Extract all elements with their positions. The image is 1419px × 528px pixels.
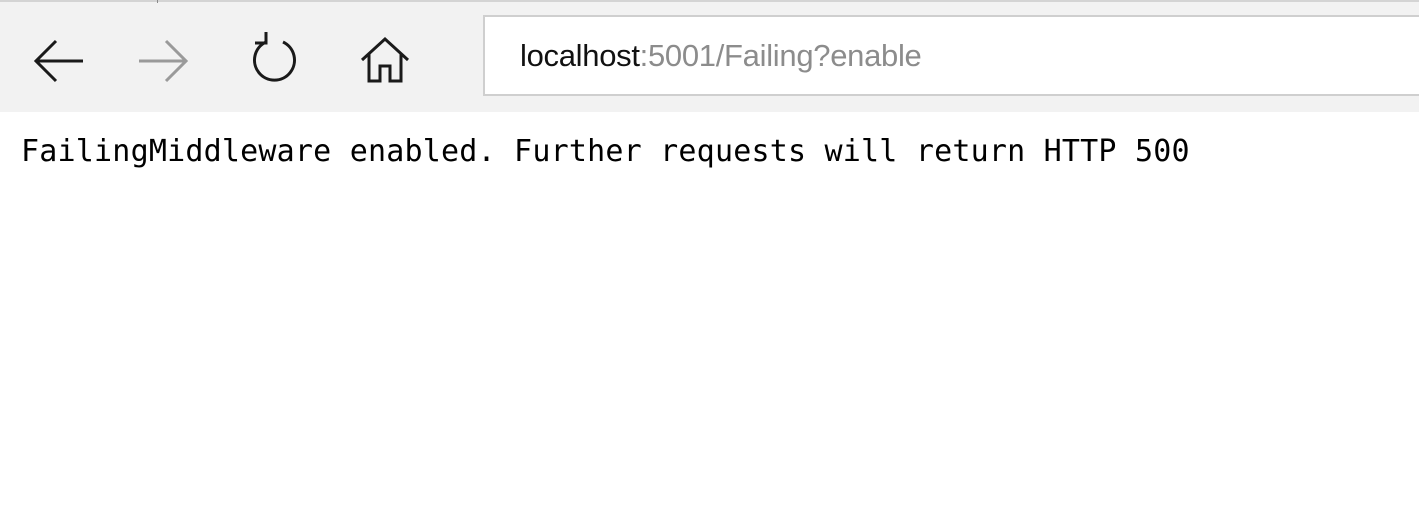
arrow-right-icon [139, 39, 189, 83]
home-icon [360, 36, 410, 83]
home-button[interactable] [352, 24, 418, 90]
url-host: localhost [520, 37, 640, 73]
arrow-left-icon [33, 39, 83, 83]
refresh-icon [253, 32, 296, 82]
url-path: :5001/Failing?enable [639, 37, 922, 73]
forward-button[interactable] [132, 24, 198, 90]
address-bar[interactable]: localhost:5001/Failing?enable [483, 15, 1419, 96]
browser-toolbar: localhost:5001/Failing?enable [0, 0, 1419, 112]
page-body-text: FailingMiddleware enabled. Further reque… [21, 134, 1190, 169]
refresh-button[interactable] [242, 24, 308, 90]
back-button[interactable] [22, 24, 88, 90]
tab-divider [157, 0, 158, 3]
url-text: localhost:5001/Failing?enable [520, 38, 922, 74]
toolbar-top-border [0, 0, 1419, 2]
